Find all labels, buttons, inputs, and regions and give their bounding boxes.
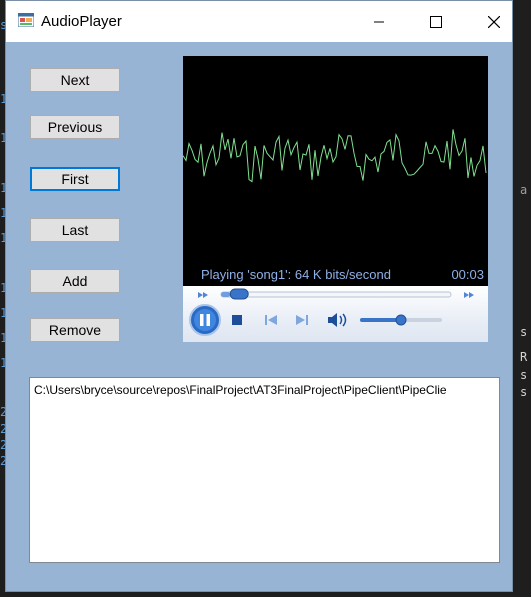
window-title: AudioPlayer	[41, 13, 122, 30]
playback-time: 00:03	[451, 267, 484, 282]
seek-track[interactable]	[220, 291, 452, 298]
list-item[interactable]: C:\Users\bryce\source\repos\FinalProject…	[34, 383, 447, 397]
maximize-button[interactable]	[411, 1, 461, 42]
media-player[interactable]: Playing 'song1': 64 K bits/second 00:03	[183, 56, 488, 342]
close-button[interactable]	[469, 1, 519, 42]
fast-forward-icon[interactable]	[464, 292, 474, 298]
playback-status: Playing 'song1': 64 K bits/second	[201, 267, 391, 282]
maximize-icon	[430, 15, 442, 28]
waveform-line	[183, 129, 487, 183]
audioplayer-window: AudioPlayer Next Previous First Last Add…	[5, 0, 513, 592]
pause-button[interactable]	[189, 304, 221, 336]
pause-icon	[200, 314, 204, 326]
app-icon	[18, 13, 34, 27]
editor-fragment: s	[520, 325, 528, 339]
title-bar[interactable]: AudioPlayer	[6, 1, 512, 42]
volume-fill	[360, 318, 401, 322]
minimize-button[interactable]	[354, 1, 404, 42]
first-button[interactable]: First	[30, 167, 120, 191]
playlist-listbox[interactable]: C:\Users\bryce\source\repos\FinalProject…	[29, 377, 500, 563]
editor-fragment: s	[520, 385, 528, 399]
seek-fill	[221, 292, 231, 297]
next-button[interactable]: Next	[30, 68, 120, 92]
editor-fragment: R	[520, 350, 528, 364]
previous-button[interactable]: Previous	[30, 115, 120, 139]
close-icon	[488, 15, 500, 28]
player-controls	[183, 286, 488, 342]
volume-thumb[interactable]	[395, 314, 407, 326]
editor-fragment: a	[520, 183, 528, 197]
stop-icon[interactable]	[232, 315, 242, 325]
next-track-icon[interactable]	[296, 315, 308, 325]
editor-fragment: s	[520, 368, 528, 382]
last-button[interactable]: Last	[30, 218, 120, 242]
previous-track-icon[interactable]	[265, 315, 277, 325]
remove-button[interactable]: Remove	[30, 318, 120, 342]
seek-thumb[interactable]	[229, 288, 249, 300]
controls-graphics	[189, 288, 474, 336]
volume-icon[interactable]	[328, 313, 347, 327]
waveform-visualization	[183, 129, 487, 183]
rewind-icon[interactable]	[198, 292, 208, 298]
minimize-icon	[374, 21, 384, 22]
add-button[interactable]: Add	[30, 269, 120, 293]
